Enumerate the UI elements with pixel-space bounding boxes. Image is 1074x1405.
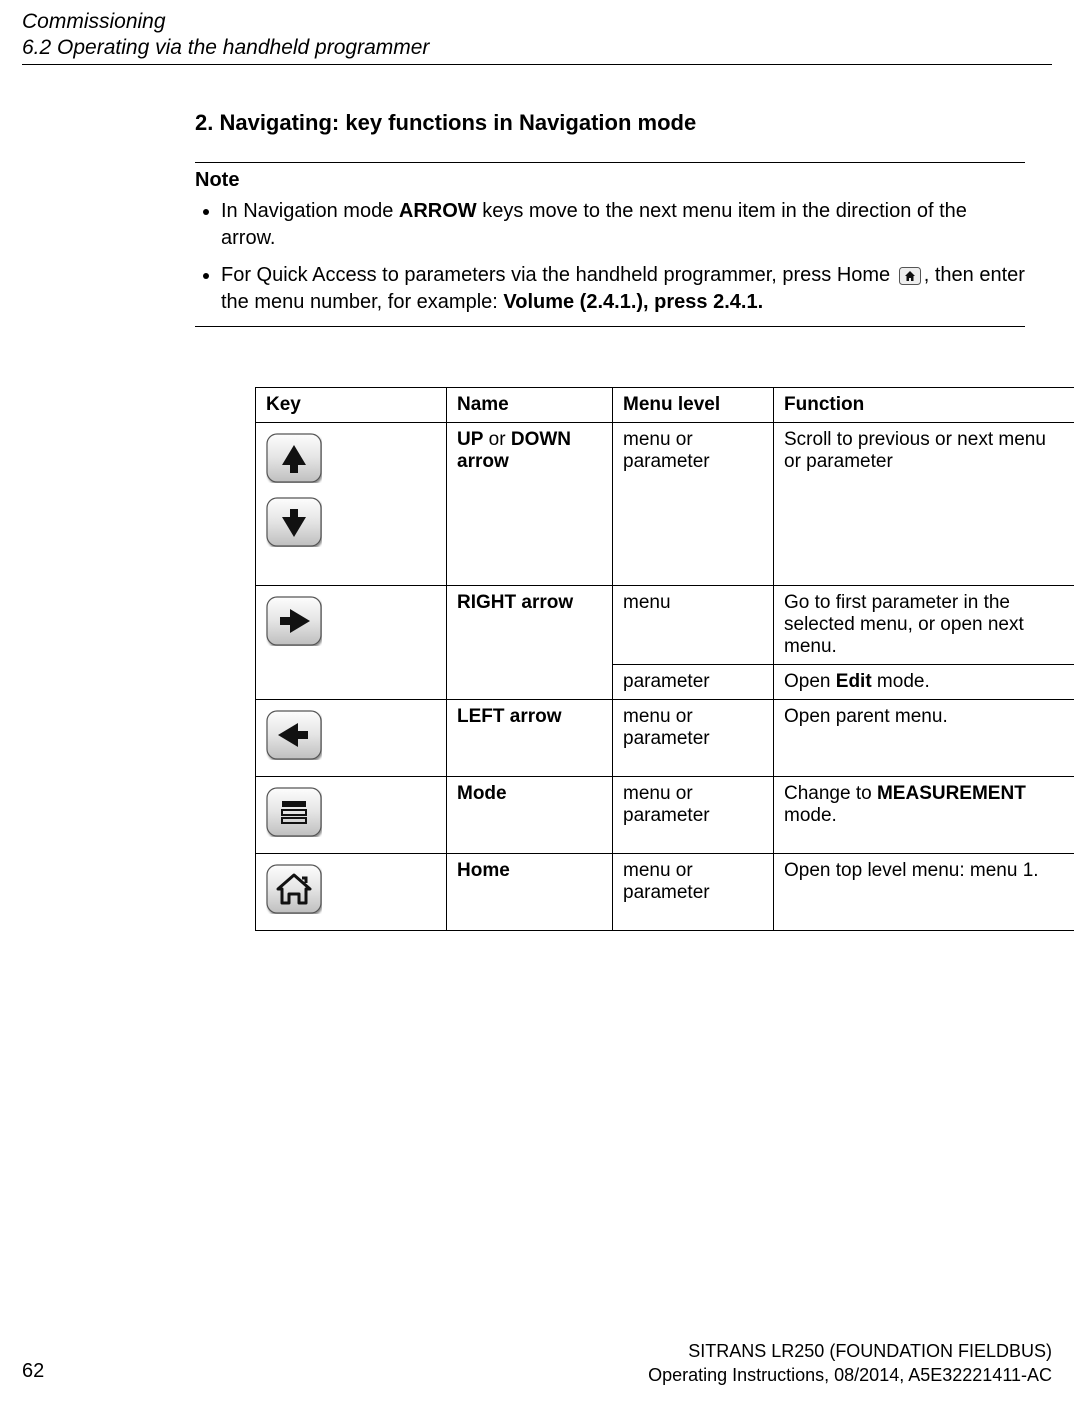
r3-func: Open parent menu. <box>774 700 1074 777</box>
th-func: Function <box>774 388 1074 423</box>
arrow-left-icon <box>266 710 322 760</box>
th-name: Name <box>447 388 613 423</box>
footer-product: SITRANS LR250 (FOUNDATION FIELDBUS) <box>22 1340 1052 1363</box>
key-functions-table: Key Name Menu level Function UP or DOWN … <box>255 387 1074 931</box>
table-row: RIGHT arrow menu Go to first parameter i… <box>256 586 1074 665</box>
r2b-menu: parameter <box>613 665 774 700</box>
r3-name: LEFT arrow <box>447 700 613 777</box>
home-icon-inline <box>899 267 921 285</box>
table-row: Home menu or parameter Open top level me… <box>256 854 1074 931</box>
note2-bold: Volume (2.4.1.), press 2.4.1. <box>503 291 763 313</box>
note-list: In Navigation mode ARROW keys move to th… <box>195 198 1025 316</box>
r4-name: Mode <box>447 777 613 854</box>
r2-name: RIGHT arrow <box>447 586 613 700</box>
table-row: UP or DOWN arrow menu or parameter Scrol… <box>256 423 1074 586</box>
note-item-2: For Quick Access to parameters via the h… <box>221 262 1025 316</box>
r1-name-a: UP <box>457 429 483 450</box>
note-label: Note <box>195 169 1025 192</box>
r3-menu: menu or parameter <box>613 700 774 777</box>
r5-name: Home <box>447 854 613 931</box>
th-menu: Menu level <box>613 388 774 423</box>
table-row: Mode menu or parameter Change to MEASURE… <box>256 777 1074 854</box>
subheading: 2. Navigating: key functions in Navigati… <box>195 110 1025 136</box>
th-key: Key <box>256 388 447 423</box>
table-header-row: Key Name Menu level Function <box>256 388 1074 423</box>
page-number: 62 <box>22 1360 44 1383</box>
running-header: Commissioning 6.2 Operating via the hand… <box>22 10 1052 65</box>
note-rule-bottom <box>195 326 1025 327</box>
arrow-up-icon <box>266 433 322 483</box>
page-content: 2. Navigating: key functions in Navigati… <box>195 110 1025 931</box>
note1-pre: In Navigation mode <box>221 200 399 222</box>
note1-bold: ARROW <box>399 200 477 222</box>
footer-docline: Operating Instructions, 08/2014, A5E3222… <box>22 1364 1052 1387</box>
page-footer: 62 SITRANS LR250 (FOUNDATION FIELDBUS) O… <box>22 1340 1052 1387</box>
r2b-func-post: mode. <box>872 671 930 692</box>
section-title: 6.2 Operating via the handheld programme… <box>22 36 1052 60</box>
note2-pre: For Quick Access to parameters via the h… <box>221 264 896 286</box>
r4-menu: menu or parameter <box>613 777 774 854</box>
r4-func-post: mode. <box>784 805 837 826</box>
r1-menu: menu or parameter <box>613 423 774 586</box>
r5-menu: menu or parameter <box>613 854 774 931</box>
r4-func-pre: Change to <box>784 783 877 804</box>
r2-menu: menu <box>613 586 774 665</box>
r4-func-bold: MEASUREMENT <box>877 783 1026 804</box>
r2b-func-pre: Open <box>784 671 836 692</box>
chapter-title: Commissioning <box>22 10 1052 34</box>
mode-icon <box>266 787 322 837</box>
note-rule-top <box>195 162 1025 163</box>
r2b-func-bold: Edit <box>836 671 872 692</box>
header-rule <box>22 64 1052 65</box>
note-item-1: In Navigation mode ARROW keys move to th… <box>221 198 1025 252</box>
r5-func: Open top level menu: menu 1. <box>774 854 1074 931</box>
r1-name-mid: or <box>483 429 510 450</box>
arrow-down-icon <box>266 497 322 547</box>
r1-func: Scroll to previous or next menu or param… <box>774 423 1074 586</box>
table-row: LEFT arrow menu or parameter Open parent… <box>256 700 1074 777</box>
arrow-right-icon <box>266 596 322 646</box>
r2-func: Go to first parameter in the selected me… <box>774 586 1074 665</box>
home-icon <box>266 864 322 914</box>
